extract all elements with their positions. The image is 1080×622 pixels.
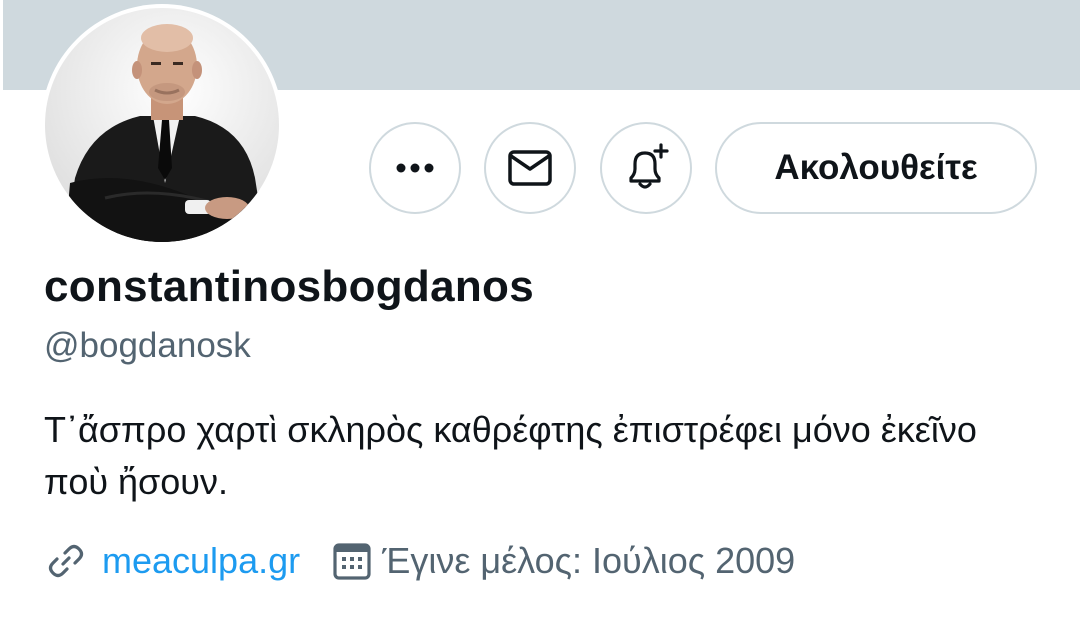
notify-button[interactable]: [600, 122, 692, 214]
more-horizontal-icon: [396, 163, 434, 173]
avatar[interactable]: [45, 8, 279, 242]
avatar-border: [41, 4, 283, 246]
avatar-photo: [45, 8, 279, 242]
website-link[interactable]: meaculpa.gr: [102, 540, 300, 582]
envelope-icon: [508, 150, 552, 186]
display-name: constantinosbogdanos: [44, 262, 534, 311]
message-button[interactable]: [484, 122, 576, 214]
user-handle: @bogdanosk: [44, 326, 251, 365]
link-icon: [44, 539, 88, 583]
profile-meta: meaculpa.gr Έγινε μέλος: Ιούλιος 2009: [44, 536, 795, 586]
more-button[interactable]: [369, 122, 461, 214]
calendar-icon: [330, 539, 374, 583]
profile-bio: Τ᾽ἄσπρο χαρτὶ σκληρὸς καθρέφτης ἐπιστρέφ…: [44, 409, 977, 502]
bell-plus-icon: [629, 143, 669, 189]
follow-button[interactable]: Ακολουθείτε: [715, 122, 1037, 214]
joined-date: Έγινε μέλος: Ιούλιος 2009: [382, 540, 796, 581]
profile-page: Ακολουθείτε constantinosbogdanos @bogdan…: [0, 0, 1080, 622]
